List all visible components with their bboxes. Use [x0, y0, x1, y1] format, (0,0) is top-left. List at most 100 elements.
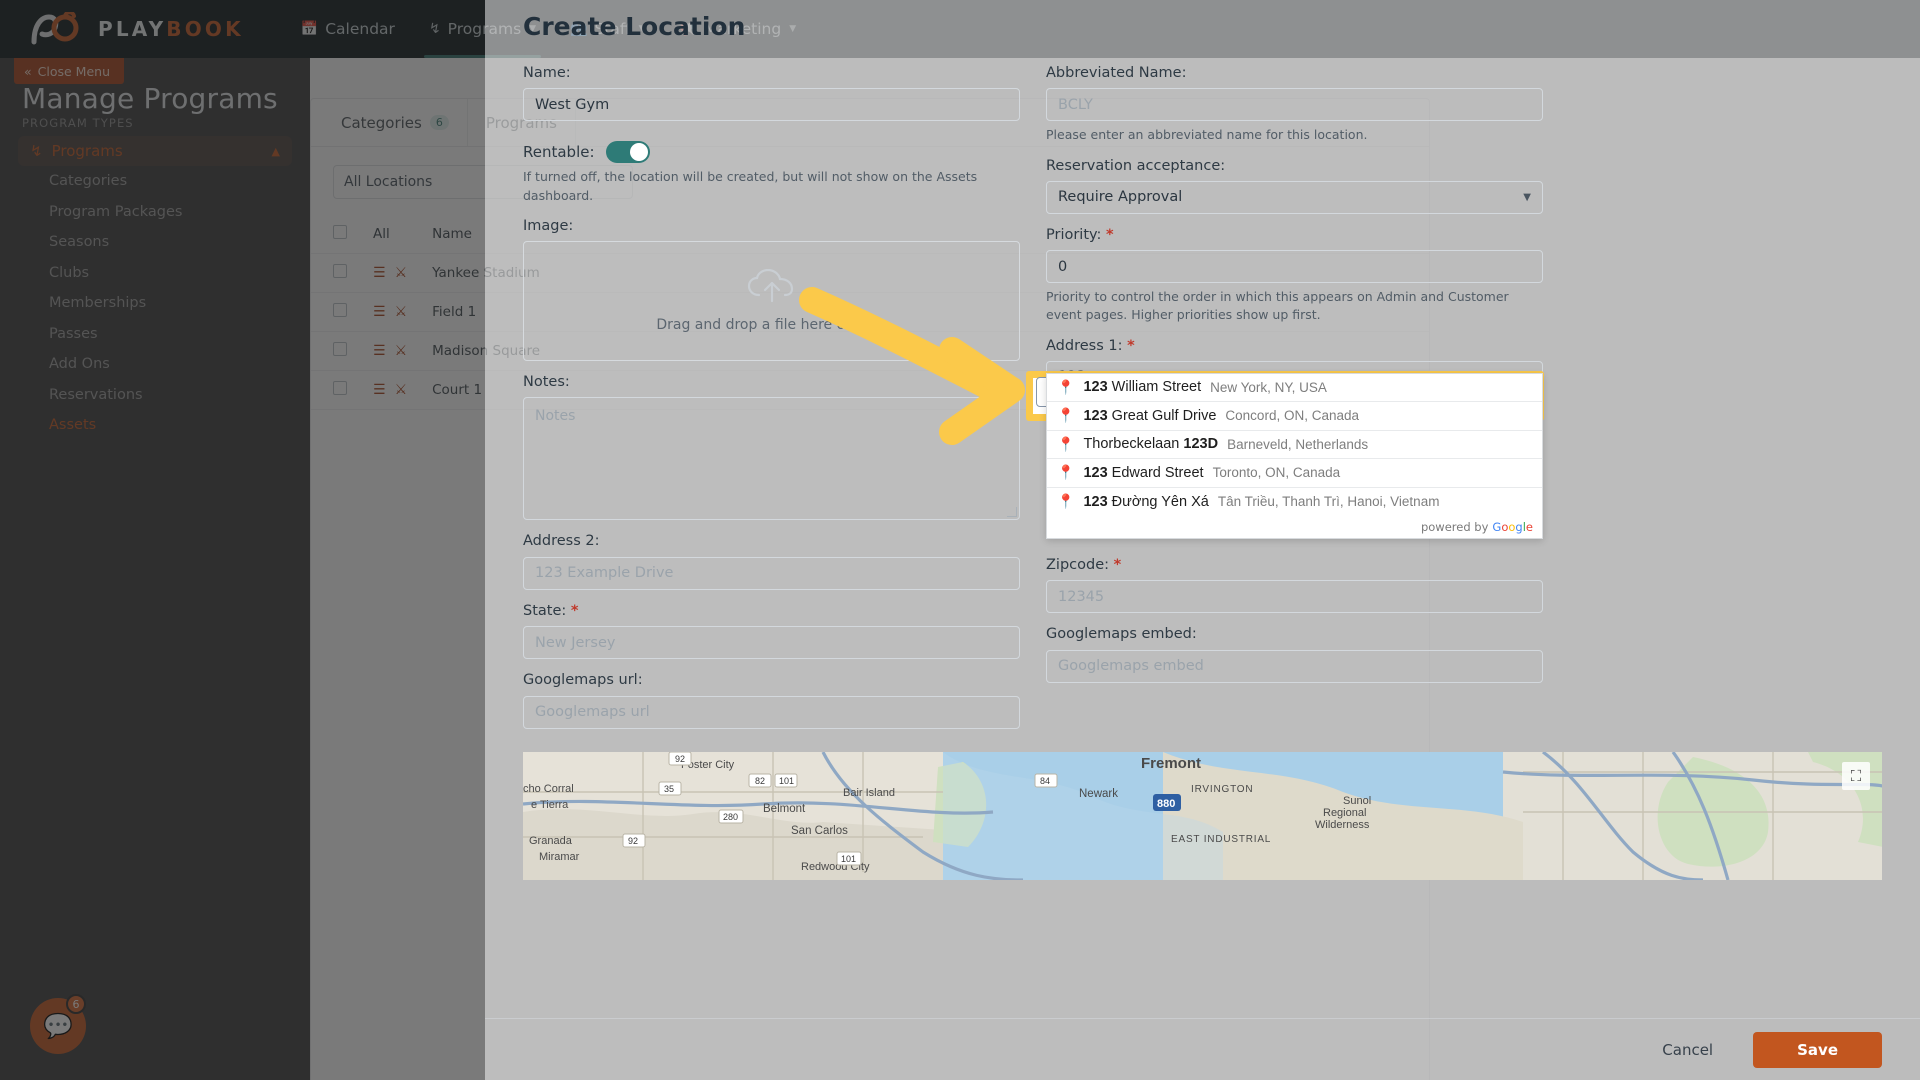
- svg-text:92: 92: [628, 836, 638, 846]
- reservation-acceptance-value: Require Approval: [1058, 189, 1183, 206]
- priority-label-text: Priority:: [1046, 226, 1102, 243]
- priority-label: Priority: *: [1046, 227, 1543, 244]
- address1-group: Address 1: * 123 📍 123 William Street Ne…: [1046, 338, 1543, 540]
- suggestion-secondary: Tân Triều, Thanh Trì, Hanoi, Vietnam: [1217, 494, 1440, 510]
- rentable-label: Rentable:: [523, 143, 595, 162]
- dropzone-label: Drag and drop a file here or click: [656, 317, 887, 334]
- reservation-acceptance-label: Reservation acceptance:: [1046, 157, 1226, 174]
- svg-text:cho Corral: cho Corral: [523, 783, 574, 795]
- gmaps-url-input[interactable]: Googlemaps url: [523, 695, 1020, 729]
- modal-footer: Cancel Save: [485, 1018, 1920, 1080]
- suggestion-match: 123: [1083, 493, 1108, 510]
- svg-text:101: 101: [779, 776, 794, 786]
- notes-placeholder: Notes: [535, 408, 576, 425]
- svg-text:Newark: Newark: [1079, 788, 1118, 800]
- svg-text:Fremont: Fremont: [1141, 755, 1201, 772]
- suggestion-text: 123 Edward Street: [1083, 465, 1203, 481]
- svg-text:San Carlos: San Carlos: [791, 825, 848, 837]
- suggestion-main: William Street: [1107, 379, 1202, 396]
- resize-grip-icon[interactable]: [1007, 507, 1017, 518]
- modal-title: Create Location: [523, 11, 746, 41]
- suggestion-match: 123: [1183, 436, 1208, 453]
- svg-text:880: 880: [1157, 798, 1175, 810]
- svg-text:Granada: Granada: [529, 835, 573, 847]
- rentable-row: Rentable:: [523, 141, 1020, 164]
- zipcode-input[interactable]: 12345: [1046, 580, 1543, 614]
- powered-by-label: powered by: [1420, 520, 1489, 535]
- state-input[interactable]: New Jersey: [523, 626, 1020, 660]
- suggestion-main: Đường Yên Xá: [1107, 493, 1209, 510]
- rentable-toggle[interactable]: [605, 141, 650, 164]
- svg-text:Wilderness: Wilderness: [1315, 819, 1370, 831]
- gmaps-embed-label: Googlemaps embed:: [1046, 626, 1197, 643]
- map-preview[interactable]: Foster City Bair Island Belmont San Carl…: [523, 752, 1882, 880]
- required-asterisk: *: [1113, 556, 1122, 573]
- svg-text:Sunol: Sunol: [1343, 795, 1371, 807]
- google-attribution: powered by Google: [1047, 516, 1542, 538]
- suggestion-text: 123 William Street: [1083, 379, 1201, 395]
- suggestion-secondary: New York, NY, USA: [1210, 379, 1327, 395]
- zipcode-label-text: Zipcode:: [1046, 556, 1110, 573]
- suggestion-text: 123 Great Gulf Drive: [1083, 408, 1216, 424]
- rentable-help: If turned off, the location will be crea…: [523, 169, 978, 203]
- form-left-column: Name: West Gym Rentable: If turned off, …: [523, 52, 1020, 729]
- form-grid: Name: West Gym Rentable: If turned off, …: [523, 52, 1882, 729]
- svg-text:101: 101: [841, 854, 856, 864]
- autocomplete-suggestion[interactable]: 📍 123 Edward Street Toronto, ON, Canada: [1047, 459, 1542, 488]
- abbr-name-label: Abbreviated Name:: [1046, 65, 1187, 81]
- cancel-button[interactable]: Cancel: [1648, 1033, 1727, 1067]
- autocomplete-suggestion[interactable]: 📍 Thorbeckelaan 123D Barneveld, Netherla…: [1047, 431, 1542, 460]
- autocomplete-suggestion[interactable]: 📍 123 Great Gulf Drive Concord, ON, Cana…: [1047, 402, 1542, 431]
- modal-header: Create Location: [485, 0, 1920, 52]
- notes-textarea[interactable]: Notes: [523, 397, 1020, 521]
- address-autocomplete-dropdown: 📍 123 William Street New York, NY, USA 📍…: [1046, 372, 1543, 540]
- suggestion-secondary: Barneveld, Netherlands: [1227, 436, 1369, 452]
- svg-text:Belmont: Belmont: [763, 803, 806, 815]
- google-logo-icon: Google: [1492, 520, 1533, 535]
- svg-text:Miramar: Miramar: [539, 851, 580, 863]
- suggestion-match: 123: [1083, 379, 1108, 396]
- form-right-column: Abbreviated Name: BCLY Please enter an a…: [1046, 52, 1543, 729]
- svg-text:82: 82: [755, 776, 765, 786]
- suggestion-prefix: Thorbeckelaan: [1083, 436, 1184, 453]
- create-location-modal: Create Location Name: West Gym Rentable:…: [485, 0, 1920, 1080]
- autocomplete-suggestion[interactable]: 📍 123 William Street New York, NY, USA: [1047, 374, 1542, 403]
- priority-input[interactable]: 0: [1046, 250, 1543, 284]
- required-asterisk: *: [570, 602, 579, 619]
- svg-text:92: 92: [675, 754, 685, 764]
- abbr-name-input[interactable]: BCLY: [1046, 88, 1543, 122]
- address2-input[interactable]: 123 Example Drive: [523, 556, 1020, 590]
- image-dropzone[interactable]: Drag and drop a file here or click: [523, 241, 1020, 362]
- address1-label: Address 1: *: [1046, 338, 1543, 355]
- map-fullscreen-button[interactable]: ⛶: [1842, 762, 1870, 790]
- name-label: Name:: [523, 65, 571, 81]
- svg-text:IRVINGTON: IRVINGTON: [1191, 784, 1253, 795]
- required-asterisk: *: [1127, 337, 1135, 354]
- map-pin-icon: 📍: [1057, 493, 1075, 510]
- priority-help: Priority to control the order in which t…: [1046, 289, 1509, 323]
- gmaps-embed-input[interactable]: Googlemaps embed: [1046, 649, 1543, 683]
- svg-text:84: 84: [1040, 776, 1050, 786]
- state-label-text: State:: [523, 602, 567, 619]
- suggestion-text: 123 Đường Yên Xá: [1083, 494, 1208, 510]
- svg-text:280: 280: [723, 812, 738, 822]
- cloud-upload-icon: [746, 268, 798, 307]
- abbr-name-help: Please enter an abbreviated name for thi…: [1046, 127, 1368, 143]
- suggestion-text: Thorbeckelaan 123D: [1083, 436, 1218, 452]
- suggestion-match: 123: [1083, 464, 1108, 481]
- address2-label: Address 2:: [523, 533, 600, 550]
- required-asterisk: *: [1106, 226, 1114, 243]
- modal-body: Name: West Gym Rentable: If turned off, …: [485, 52, 1920, 1018]
- state-label: State: *: [523, 603, 1020, 620]
- reservation-acceptance-select[interactable]: Require Approval ▼: [1046, 180, 1543, 214]
- suggestion-secondary: Concord, ON, Canada: [1225, 408, 1359, 424]
- name-input[interactable]: West Gym: [523, 88, 1020, 122]
- chevron-down-icon: ▼: [1523, 191, 1531, 203]
- save-button[interactable]: Save: [1753, 1031, 1882, 1068]
- suggestion-match: 123: [1083, 407, 1108, 424]
- svg-text:EAST INDUSTRIAL: EAST INDUSTRIAL: [1171, 834, 1271, 845]
- gmaps-url-label: Googlemaps url:: [523, 672, 643, 689]
- toggle-knob: [629, 143, 648, 162]
- suggestion-main: Great Gulf Drive: [1107, 407, 1217, 424]
- autocomplete-suggestion[interactable]: 📍 123 Đường Yên Xá Tân Triều, Thanh Trì,…: [1047, 488, 1542, 517]
